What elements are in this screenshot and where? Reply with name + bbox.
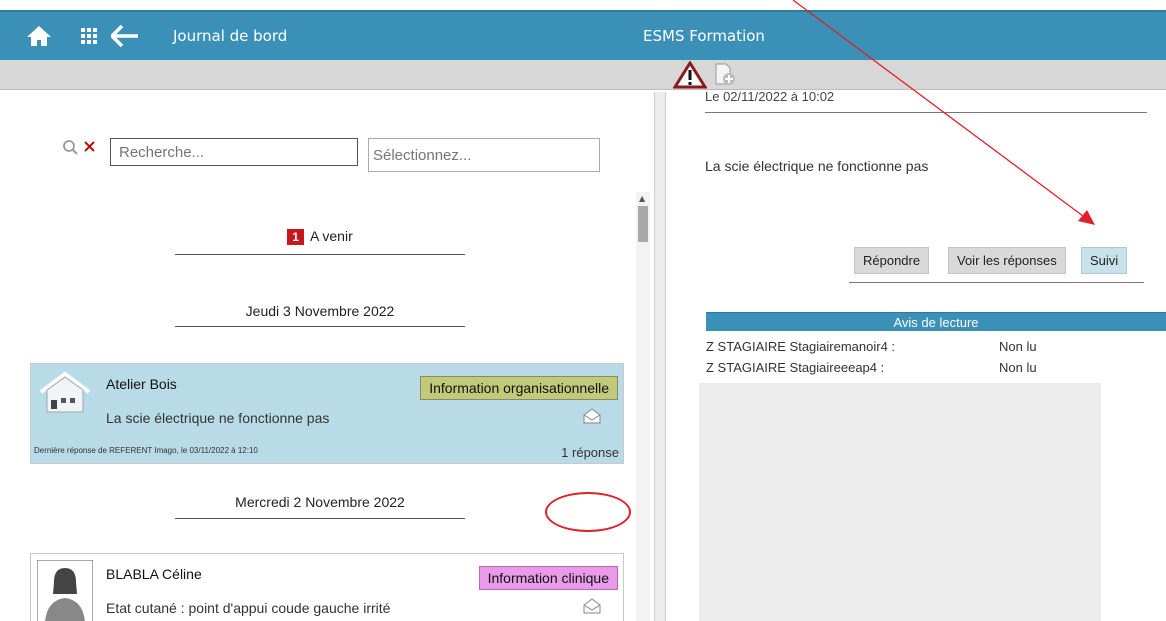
scrollbar-thumb[interactable] bbox=[638, 206, 648, 242]
entry-detail-pane: Le 02/11/2022 à 10:02 La scie électrique… bbox=[666, 92, 1166, 621]
day-header-1: Jeudi 3 Novembre 2022 bbox=[245, 303, 395, 319]
journal-entry-2[interactable]: BLABLA Céline Information clinique Etat … bbox=[30, 553, 624, 621]
avatar bbox=[36, 559, 94, 621]
list-scrollbar[interactable]: ▲ bbox=[636, 192, 650, 621]
back-arrow-icon[interactable] bbox=[109, 24, 139, 51]
reply-count[interactable]: 1 réponse bbox=[561, 445, 619, 460]
reply-button[interactable]: Répondre bbox=[854, 247, 930, 274]
search-input[interactable] bbox=[110, 138, 358, 166]
toolbar bbox=[0, 60, 1166, 90]
entry-author: BLABLA Céline bbox=[106, 566, 202, 582]
journal-entry-1[interactable]: Atelier Bois Information organisationnel… bbox=[30, 363, 624, 464]
search-icon[interactable] bbox=[61, 139, 105, 161]
filter-select[interactable] bbox=[368, 138, 600, 172]
buttons-divider bbox=[849, 282, 1144, 283]
follow-up-button[interactable]: Suivi bbox=[1081, 247, 1128, 274]
page-title: Journal de bord bbox=[173, 27, 288, 45]
section-divider bbox=[175, 254, 465, 255]
detail-message: La scie électrique ne fonctionne pas bbox=[705, 158, 929, 174]
add-document-icon[interactable] bbox=[713, 63, 737, 91]
recipient-name: Z STAGIAIRE Stagiaireeeap4 : bbox=[706, 360, 885, 375]
journal-list-pane: 1 A venir Jeudi 3 Novembre 2022 Atelier B… bbox=[10, 92, 654, 621]
detail-divider bbox=[705, 112, 1147, 113]
pane-divider[interactable] bbox=[654, 92, 666, 621]
annotation-circle bbox=[545, 492, 631, 532]
section-divider bbox=[175, 326, 465, 327]
warning-icon[interactable] bbox=[672, 60, 708, 93]
app-title: ESMS Formation bbox=[643, 27, 765, 45]
envelope-icon[interactable] bbox=[583, 408, 601, 428]
entry-date: Le 02/11/2022 à 10:02 bbox=[705, 92, 835, 104]
envelope-icon[interactable] bbox=[583, 598, 601, 618]
scroll-up-icon[interactable]: ▲ bbox=[639, 194, 645, 203]
view-replies-button[interactable]: Voir les réponses bbox=[948, 247, 1066, 274]
entry-message: La scie électrique ne fonctionne pas bbox=[106, 410, 330, 426]
entry-message: Etat cutané : point d'appui coude gauche… bbox=[106, 600, 391, 616]
read-status: Non lu bbox=[999, 360, 1037, 375]
read-status: Non lu bbox=[999, 339, 1037, 354]
entry-author: Atelier Bois bbox=[106, 376, 177, 392]
app-header: Journal de bord ESMS Formation bbox=[0, 10, 1166, 60]
home-icon[interactable] bbox=[26, 24, 52, 52]
upcoming-count-badge: 1 bbox=[287, 229, 304, 245]
recipient-name: Z STAGIAIRE Stagiairemanoir4 : bbox=[706, 339, 896, 354]
section-divider bbox=[175, 518, 465, 519]
last-reply-info: Dernière réponse de REFERENT Imago, le 0… bbox=[34, 446, 258, 455]
upcoming-label: A venir bbox=[309, 228, 353, 244]
house-icon bbox=[37, 370, 93, 418]
upcoming-header[interactable]: 1 A venir bbox=[175, 228, 465, 245]
read-receipts-header: Avis de lecture bbox=[706, 312, 1166, 331]
empty-panel bbox=[699, 383, 1101, 621]
category-tag: Information clinique bbox=[478, 566, 618, 590]
category-tag: Information organisationnelle bbox=[420, 376, 618, 400]
day-header-2: Mercredi 2 Novembre 2022 bbox=[235, 494, 405, 510]
grid-icon[interactable] bbox=[81, 28, 97, 48]
